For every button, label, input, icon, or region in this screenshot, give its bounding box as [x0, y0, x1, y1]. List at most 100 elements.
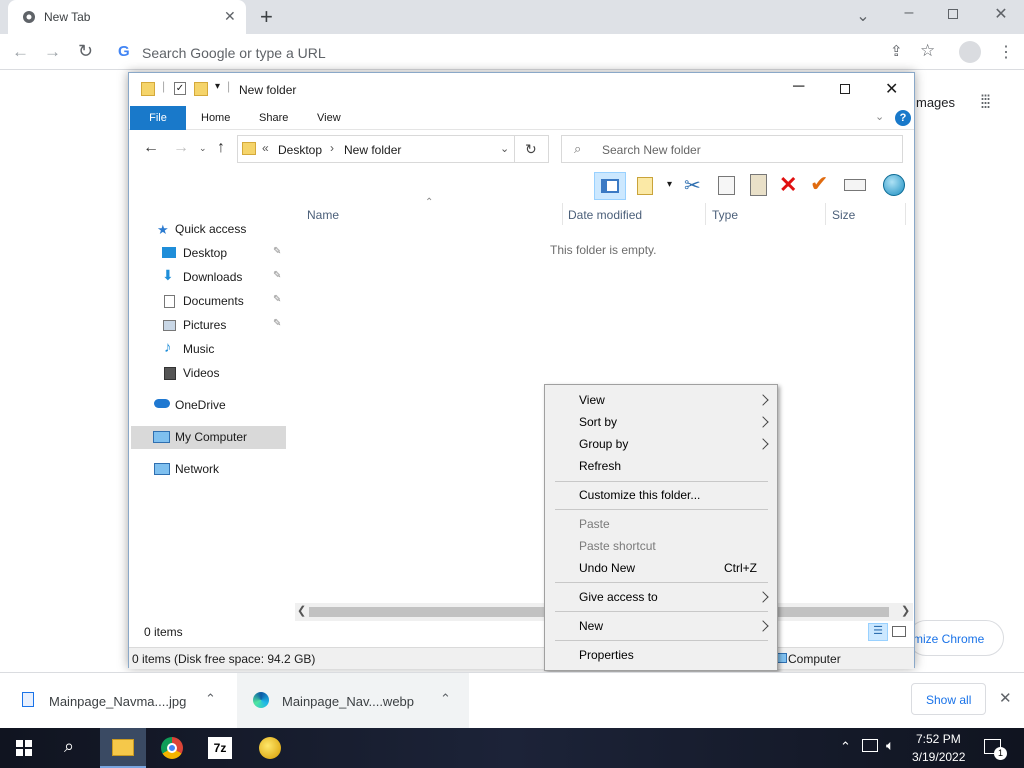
column-size[interactable]: Size	[832, 208, 855, 222]
clock-time[interactable]: 7:52 PM	[916, 732, 961, 746]
menu-refresh[interactable]: Refresh	[579, 459, 621, 473]
tab-home[interactable]: Home	[187, 106, 244, 130]
nav-onedrive[interactable]: OneDrive	[175, 394, 226, 416]
menu-group-by[interactable]: Group by	[579, 437, 628, 451]
breadcrumb-overflow[interactable]: «	[262, 141, 269, 155]
nav-quick-access[interactable]: Quick access	[175, 218, 246, 240]
new-tab-button[interactable]: +	[260, 4, 273, 30]
taskbar: ⌕ 7z ⌃ 🔈︎ 7:52 PM 3/19/2022 1	[0, 728, 1024, 768]
tab-file[interactable]: File	[130, 106, 186, 130]
chrome-menu-icon[interactable]: ⋮	[998, 42, 1014, 62]
minimize-icon[interactable]: ─	[793, 78, 804, 96]
menu-new[interactable]: New	[579, 619, 603, 633]
breadcrumb-new-folder[interactable]: New folder	[344, 143, 401, 157]
nav-music[interactable]: Music	[183, 338, 214, 360]
refresh-button[interactable]: ↻	[515, 135, 549, 163]
column-type[interactable]: Type	[712, 208, 738, 222]
details-view-icon[interactable]: ☰	[868, 623, 888, 641]
new-item-dropdown-icon[interactable]: ▾	[667, 179, 672, 190]
show-hidden-icons[interactable]: ⌃	[840, 739, 851, 755]
download-item-2[interactable]: Mainpage_Nav....webp ⌃	[237, 673, 469, 728]
delete-icon[interactable]: ✕	[779, 172, 797, 198]
column-separator[interactable]	[562, 203, 563, 225]
up-icon[interactable]: ↑	[217, 139, 225, 157]
maximize-icon[interactable]	[840, 84, 850, 94]
close-tab-icon[interactable]: ✕	[224, 8, 236, 25]
scroll-left-icon[interactable]: ❮	[297, 604, 306, 617]
menu-customize-folder[interactable]: Customize this folder...	[579, 488, 700, 502]
back-icon[interactable]: ←	[143, 139, 159, 157]
globe-icon[interactable]	[883, 174, 905, 196]
qat-dropdown-icon[interactable]: ▾	[215, 81, 220, 92]
images-link[interactable]: mages	[916, 95, 955, 110]
menu-view[interactable]: View	[579, 393, 605, 407]
restore-icon[interactable]	[948, 9, 958, 19]
close-window-icon[interactable]: ✕	[986, 4, 1016, 24]
column-date-modified[interactable]: Date modified	[568, 208, 642, 222]
layout-pane-icon[interactable]	[594, 172, 626, 200]
minimize-icon[interactable]: –	[894, 4, 924, 22]
download-options-icon[interactable]: ⌃	[205, 691, 216, 707]
column-separator[interactable]	[705, 203, 706, 225]
breadcrumb-desktop[interactable]: Desktop	[278, 143, 322, 157]
chrome-tab-new-tab[interactable]: New Tab ✕	[8, 0, 246, 34]
download-item-1[interactable]: Mainpage_Navma....jpg ⌃	[0, 673, 236, 728]
large-icons-view-icon[interactable]	[892, 626, 906, 637]
reload-icon[interactable]: ↻	[78, 41, 93, 62]
nav-pictures[interactable]: Pictures	[183, 314, 226, 336]
address-dropdown-icon[interactable]: ⌄	[500, 142, 509, 155]
volume-icon[interactable]: 🔈︎	[886, 737, 894, 754]
search-icon[interactable]: ⌕	[64, 736, 74, 757]
chrome-taskbar-icon[interactable]	[161, 737, 183, 759]
nav-desktop[interactable]: Desktop	[183, 242, 227, 264]
tab-view[interactable]: View	[303, 106, 355, 130]
new-folder-qat-icon[interactable]	[194, 82, 208, 96]
clock-date[interactable]: 3/19/2022	[912, 750, 965, 764]
help-icon[interactable]: ?	[895, 110, 911, 126]
nav-downloads[interactable]: Downloads	[183, 266, 242, 288]
tab-share[interactable]: Share	[245, 106, 302, 130]
back-icon[interactable]: ←	[12, 42, 29, 62]
properties-qat-icon[interactable]: ✓	[174, 82, 186, 95]
close-downloads-icon[interactable]: ✕	[999, 689, 1012, 707]
address-bar[interactable]: « Desktop › New folder ⌄	[237, 135, 515, 163]
cut-icon[interactable]: ✂	[684, 173, 701, 198]
new-item-icon[interactable]	[637, 177, 653, 195]
bookmark-star-icon[interactable]: ☆	[920, 41, 935, 61]
forward-icon[interactable]: →	[44, 42, 61, 62]
menu-properties[interactable]: Properties	[579, 648, 634, 662]
paste-icon[interactable]	[750, 174, 767, 196]
scroll-right-icon[interactable]: ❯	[901, 604, 910, 617]
recent-locations-icon[interactable]: ⌄	[199, 143, 207, 154]
menu-give-access[interactable]: Give access to	[579, 590, 658, 604]
profile-avatar-icon[interactable]	[959, 41, 981, 63]
nav-network[interactable]: Network	[175, 458, 219, 480]
search-input[interactable]: ⌕ Search New folder	[561, 135, 903, 163]
rename-field-icon[interactable]	[844, 179, 866, 191]
show-all-button[interactable]: Show all	[911, 683, 986, 715]
windows-start-icon[interactable]	[16, 740, 32, 756]
column-separator[interactable]	[825, 203, 826, 225]
nav-my-computer-selected[interactable]: My Computer	[131, 426, 286, 449]
apps-grid-icon[interactable]: ⁞⁞⁞	[980, 92, 991, 113]
nav-documents[interactable]: Documents	[183, 290, 244, 312]
ribbon-expand-icon[interactable]: ⌄	[875, 110, 884, 123]
column-name[interactable]: Name	[307, 208, 339, 222]
7zip-icon[interactable]: 7z	[208, 737, 232, 759]
customize-chrome-button[interactable]: mize Chrome	[908, 620, 1004, 656]
copy-icon[interactable]	[718, 176, 735, 195]
network-tray-icon[interactable]	[862, 739, 878, 752]
close-icon[interactable]: ✕	[885, 79, 898, 99]
download-options-icon[interactable]: ⌃	[440, 691, 451, 707]
taskbar-file-explorer[interactable]	[100, 728, 146, 768]
forward-icon[interactable]: →	[173, 139, 189, 157]
rename-check-icon[interactable]: ✔	[810, 171, 828, 197]
column-separator[interactable]	[905, 203, 906, 225]
share-icon[interactable]: ⇪	[890, 42, 903, 60]
omnibox[interactable]: G Search Google or type a URL ⇪ ☆	[108, 38, 948, 66]
tab-search-icon[interactable]: ⌄	[848, 6, 878, 26]
nav-videos[interactable]: Videos	[183, 362, 219, 384]
app-taskbar-icon[interactable]	[259, 737, 281, 759]
menu-undo-new[interactable]: Undo New	[579, 561, 635, 575]
menu-sort-by[interactable]: Sort by	[579, 415, 617, 429]
